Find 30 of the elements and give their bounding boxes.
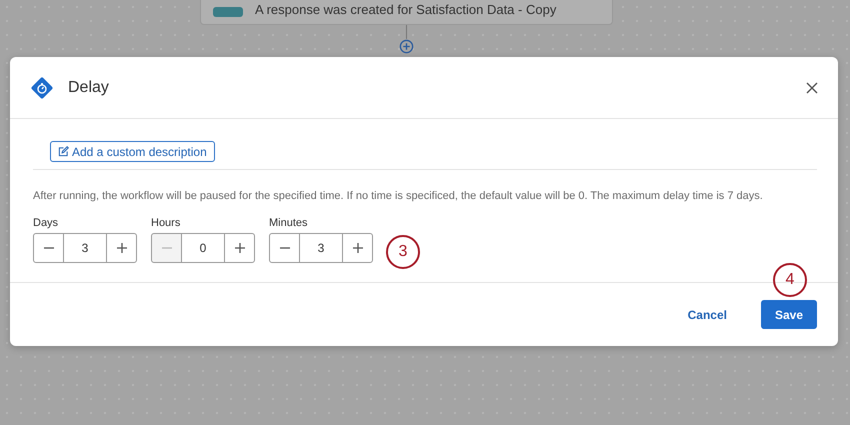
field-label: Minutes — [269, 217, 309, 229]
plus-icon — [234, 243, 244, 253]
minus-icon — [44, 247, 54, 249]
number-field[interactable]: 0 — [182, 233, 224, 263]
decrement-button[interactable] — [33, 233, 64, 263]
add-description-button[interactable]: Add a custom description — [50, 141, 215, 162]
number-field[interactable]: 3 — [64, 233, 106, 263]
increment-button[interactable] — [106, 233, 137, 263]
plus-icon — [116, 243, 126, 253]
dialog-title: Delay — [68, 78, 110, 96]
plus-icon — [352, 243, 362, 253]
trigger-card[interactable]: A response was created for Satisfaction Data - Copy — [200, 0, 613, 25]
step-number: 4 — [773, 263, 807, 297]
cancel-button[interactable]: Cancel — [674, 300, 741, 329]
field-label: Days — [33, 217, 60, 229]
help-text: After running, the workflow will be paused for the specified time. If no time is specificed, the default value will be 0. The maximum delay time is 7 days. — [33, 190, 764, 202]
field-label: Hours — [151, 217, 182, 229]
increment-button[interactable] — [342, 233, 373, 263]
number-field[interactable]: 3 — [300, 233, 342, 263]
save-button[interactable]: Save — [760, 300, 817, 329]
minus-icon — [280, 247, 290, 249]
edit-icon — [58, 146, 69, 157]
minus-icon — [162, 247, 172, 249]
close-button[interactable] — [806, 82, 818, 94]
step-number: 3 — [386, 235, 420, 269]
increment-button[interactable] — [224, 233, 255, 263]
trigger-text: A response was created for Satisfaction Data - Copy — [255, 2, 556, 17]
decrement-button[interactable] — [269, 233, 300, 263]
add-step-icon[interactable] — [399, 39, 414, 54]
trigger-icon — [213, 7, 243, 17]
